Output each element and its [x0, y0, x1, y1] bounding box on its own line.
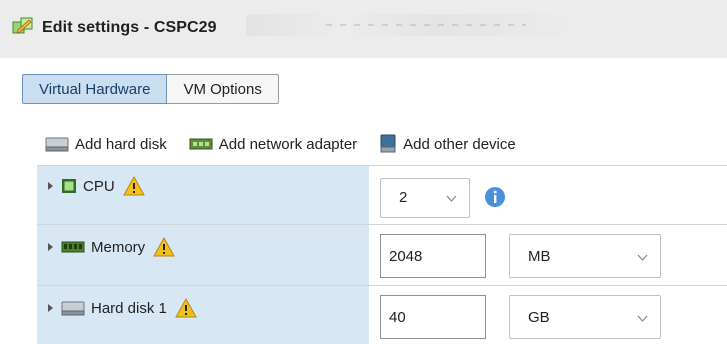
add-other-device-label: Add other device	[403, 135, 516, 153]
add-network-adapter-button[interactable]: Add network adapter	[189, 136, 357, 153]
chevron-down-icon	[637, 254, 648, 261]
chevron-down-icon	[446, 195, 457, 202]
tab-vm-options[interactable]: VM Options	[167, 74, 279, 104]
cpu-icon	[62, 179, 76, 193]
add-hard-disk-button[interactable]: Add hard disk	[45, 136, 167, 153]
row-divider	[37, 285, 727, 286]
hard-disk-label: Hard disk 1	[91, 299, 167, 317]
edit-vm-icon	[12, 17, 33, 34]
add-device-toolbar: Add hard disk Add network adapter Add ot…	[45, 133, 538, 155]
other-device-icon	[380, 134, 396, 153]
dialog-title-bar: Edit settings - CSPC29	[0, 0, 727, 58]
network-adapter-icon	[189, 138, 213, 150]
tab-virtual-hardware[interactable]: Virtual Hardware	[22, 74, 168, 104]
hard-disk-size-input[interactable]: 40	[380, 295, 486, 339]
memory-row-toggle[interactable]: Memory	[48, 236, 176, 258]
memory-label: Memory	[91, 238, 146, 256]
cpu-count-select[interactable]: 2	[380, 178, 470, 218]
add-hard-disk-label: Add hard disk	[75, 135, 167, 153]
cpu-label: CPU	[83, 177, 115, 195]
row-divider	[37, 165, 727, 166]
warning-icon	[175, 298, 197, 318]
warning-icon	[122, 176, 145, 196]
hard-disk-icon	[45, 137, 69, 152]
expand-caret-icon	[48, 182, 53, 190]
dialog-title: Edit settings - CSPC29	[42, 19, 217, 36]
cpu-row-toggle[interactable]: CPU	[48, 175, 145, 197]
add-other-device-button[interactable]: Add other device	[379, 134, 516, 154]
add-network-adapter-label: Add network adapter	[218, 135, 358, 153]
redacted-title-region	[246, 14, 566, 36]
expand-caret-icon	[48, 304, 53, 312]
hard-disk-row-toggle[interactable]: Hard disk 1	[48, 297, 197, 319]
row-divider	[37, 224, 727, 225]
tab-bar: Virtual Hardware VM Options	[22, 74, 279, 104]
chevron-down-icon	[637, 315, 648, 322]
memory-icon	[61, 241, 85, 253]
hard-disk-icon	[61, 301, 85, 316]
info-icon[interactable]	[484, 186, 506, 208]
memory-unit-select[interactable]: MB	[509, 234, 661, 278]
memory-size-input[interactable]: 2048	[380, 234, 486, 278]
warning-icon	[153, 237, 176, 257]
expand-caret-icon	[48, 243, 53, 251]
hard-disk-unit-select[interactable]: GB	[509, 295, 661, 339]
